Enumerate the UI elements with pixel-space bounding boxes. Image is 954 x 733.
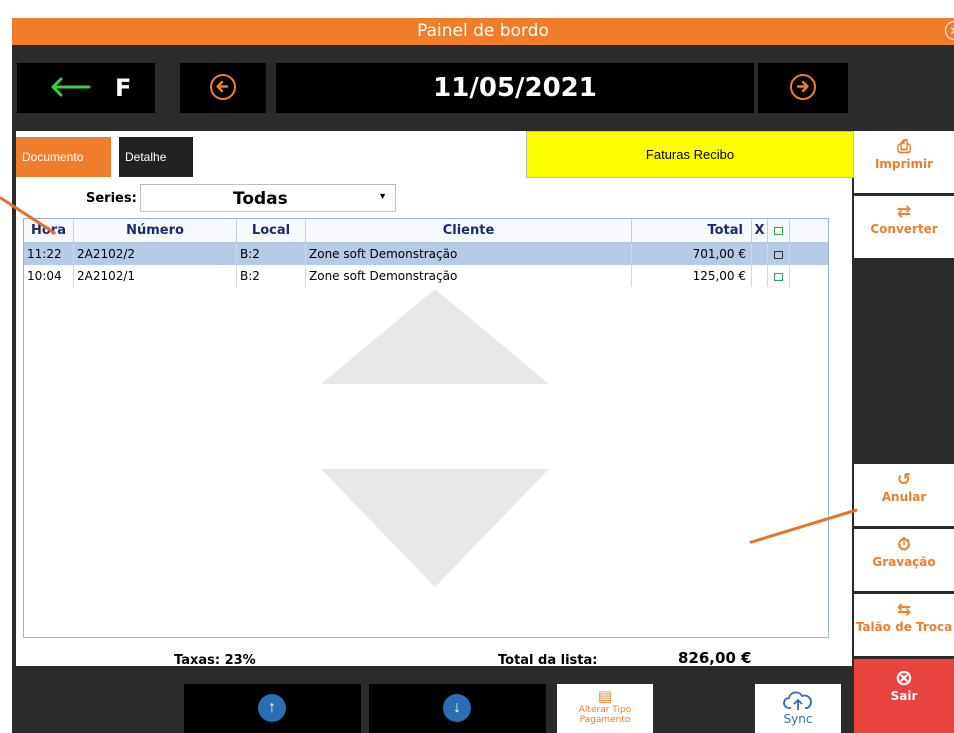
row-total: 701,00 € [632, 243, 752, 265]
close-icon[interactable]: ✕ [945, 21, 954, 40]
document-type-label: Faturas Recibo [526, 131, 854, 178]
converter-button[interactable]: ⇄ Converter [854, 196, 954, 258]
table-row[interactable]: 10:04 2A2102/1 B:2 Zone soft Demonstraçã… [24, 265, 828, 287]
arrow-down-icon: ↓ [443, 694, 471, 722]
row-total: 125,00 € [632, 265, 752, 287]
timer-icon: ⏱ [897, 535, 911, 555]
row-x [752, 243, 768, 265]
column-x[interactable]: X [752, 219, 768, 242]
previous-date-button[interactable] [180, 63, 266, 113]
tab-documento[interactable]: Documento [16, 137, 111, 177]
table-row[interactable]: 11:22 2A2102/2 B:2 Zone soft Demonstraçã… [24, 243, 828, 265]
not-printed-icon [774, 272, 783, 281]
series-dropdown[interactable]: Todas ▼ [140, 184, 396, 212]
row-cliente: Zone soft Demonstração [306, 265, 632, 287]
print-status-icon [774, 226, 783, 235]
row-status [768, 265, 790, 287]
converter-label: Converter [870, 222, 938, 236]
series-label: Series: [86, 191, 137, 206]
imprimir-label: Imprimir [874, 157, 934, 171]
app-window: Painel de bordo ✕ F 11/05/2021 Documento… [12, 18, 954, 733]
convert-icon: ⇄ [896, 202, 912, 222]
back-button[interactable]: F [17, 63, 155, 113]
sync-button[interactable]: Sync [755, 684, 841, 733]
row-status [768, 243, 790, 265]
gravacao-button[interactable]: ⏱ Gravação [854, 529, 954, 591]
column-cliente[interactable]: Cliente [306, 219, 632, 242]
scroll-up-indicator-icon [321, 289, 549, 384]
tab-detalhe[interactable]: Detalhe [119, 137, 193, 177]
alterar-tipo-pagamento-button[interactable]: ▤ Alterar Tipo Pagamento [557, 684, 653, 733]
talao-troca-label: Talão de Troca [855, 620, 953, 634]
row-hora: 11:22 [24, 243, 74, 265]
talao-troca-button[interactable]: ⇆ Talão de Troca [854, 594, 954, 656]
list-total-value: 826,00 € [678, 649, 752, 667]
document-type-letter: F [115, 74, 132, 102]
column-local[interactable]: Local [237, 219, 306, 242]
documents-panel: Documento Detalhe Faturas Recibo Series:… [16, 131, 854, 668]
row-cliente: Zone soft Demonstração [306, 243, 632, 265]
exchange-icon: ⇆ [896, 600, 912, 620]
payment-list-icon: ▤ [597, 687, 613, 705]
column-numero[interactable]: Número [74, 219, 237, 242]
column-total[interactable]: Total [632, 219, 752, 242]
tax-summary: Taxas: 23% [174, 653, 256, 668]
printer-icon: ⎙ [897, 137, 911, 157]
sair-label: Sair [890, 689, 918, 703]
alterar-label-line1: Alterar Tipo [578, 705, 632, 715]
anular-button[interactable]: ↺ Anular [854, 464, 954, 526]
cloud-sync-icon [783, 691, 812, 710]
back-arrow-icon [51, 77, 91, 97]
window-title: Painel de bordo [417, 21, 549, 41]
title-bar: Painel de bordo ✕ [12, 18, 954, 45]
alterar-label-line2: Pagamento [579, 715, 631, 725]
printed-icon [774, 250, 783, 259]
sair-button[interactable]: ⊗ Sair [854, 659, 954, 733]
scroll-down-button[interactable]: ↓ [369, 684, 546, 733]
imprimir-button[interactable]: ⎙ Imprimir [854, 131, 954, 193]
close-circle-icon: ⊗ [894, 666, 914, 691]
next-date-button[interactable] [758, 63, 848, 113]
undo-icon: ↺ [896, 470, 912, 490]
row-numero: 2A2102/2 [74, 243, 237, 265]
row-numero: 2A2102/1 [74, 265, 237, 287]
table-header: Hora Número Local Cliente Total X [24, 219, 828, 243]
arrow-right-icon [790, 74, 816, 100]
sync-label: Sync [783, 712, 813, 726]
gravacao-label: Gravação [872, 555, 936, 569]
scroll-down-indicator-icon [321, 469, 549, 587]
row-hora: 10:04 [24, 265, 74, 287]
arrow-up-icon: ↑ [258, 694, 286, 722]
arrow-left-icon [210, 74, 236, 100]
row-local: B:2 [237, 265, 306, 287]
scroll-up-button[interactable]: ↑ [184, 684, 361, 733]
chevron-down-icon: ▼ [378, 191, 387, 201]
anular-label: Anular [881, 490, 927, 504]
series-value: Todas [233, 189, 288, 209]
row-x [752, 265, 768, 287]
column-status [768, 219, 790, 242]
row-local: B:2 [237, 243, 306, 265]
list-total-label: Total da lista: [498, 653, 598, 668]
current-date: 11/05/2021 [276, 63, 754, 113]
documents-table[interactable]: Hora Número Local Cliente Total X 11:22 … [23, 218, 829, 638]
